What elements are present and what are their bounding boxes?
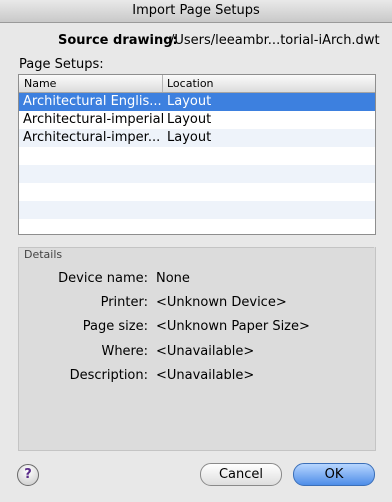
cancel-button[interactable]: Cancel [200,463,282,486]
column-header-name[interactable]: Name [19,75,163,92]
detail-value: <Unavailable> [156,344,255,359]
detail-value: <Unavailable> [156,368,255,383]
row-name: Architectural Englis... [23,94,162,109]
empty-row [19,201,375,219]
table-row[interactable]: Architectural-imper... Layout [19,129,375,147]
row-location: Layout [167,130,212,145]
row-name: Architectural-imper... [23,130,161,145]
detail-value: <Unknown Paper Size> [156,319,310,334]
table-row[interactable]: Architectural-imperial Layout [19,111,375,129]
detail-label: Printer: [100,295,148,310]
help-button[interactable]: ? [17,464,39,486]
source-drawing-label: Source drawing: [58,33,178,48]
detail-label: Page size: [82,319,148,334]
page-setups-label: Page Setups: [19,57,104,72]
empty-row [19,219,375,234]
table-row[interactable]: Architectural Englis... Layout [19,93,375,111]
page-setups-table[interactable]: Name Location Architectural Englis... La… [18,74,376,235]
row-location: Layout [167,112,212,127]
column-header-location[interactable]: Location [163,75,214,92]
detail-label: Where: [101,344,148,359]
detail-label: Description: [69,368,148,383]
detail-value: <Unknown Device> [156,295,287,310]
empty-row [19,147,375,165]
row-name: Architectural-imperial [23,112,165,127]
table-header: Name Location [19,75,375,93]
row-location: Layout [167,94,212,109]
empty-row [19,183,375,201]
details-divider [18,247,374,248]
detail-value: None [156,271,190,286]
detail-label: Device name: [58,271,148,286]
table-body: Architectural Englis... Layout Architect… [19,93,375,234]
empty-row [19,165,375,183]
details-label: Details [24,248,63,261]
ok-button[interactable]: OK [293,463,375,486]
window-title: Import Page Setups [132,3,260,18]
window-titlebar: Import Page Setups [0,0,392,23]
source-drawing-path: /Users/leeambr...torial-iArch.dwt [170,33,380,48]
help-icon: ? [24,467,32,482]
